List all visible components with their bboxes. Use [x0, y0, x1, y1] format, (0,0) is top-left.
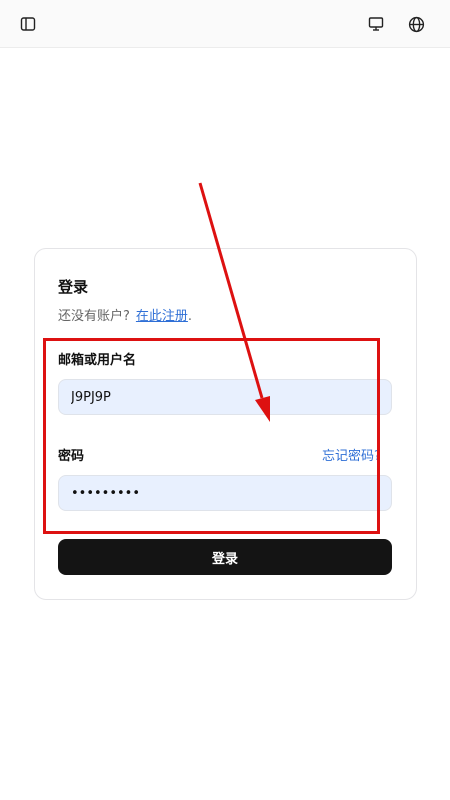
- register-link[interactable]: 在此注册: [136, 309, 188, 324]
- no-account-text: 还没有账户?: [58, 309, 130, 324]
- top-bar: [0, 0, 450, 48]
- password-input[interactable]: [58, 475, 392, 511]
- forgot-password-link[interactable]: 忘记密码?: [322, 445, 381, 464]
- sidebar-toggle-icon[interactable]: [16, 12, 40, 36]
- register-prompt: 还没有账户? 在此注册.: [58, 305, 192, 324]
- username-input[interactable]: [58, 379, 392, 415]
- login-button[interactable]: 登录: [58, 539, 392, 575]
- globe-icon[interactable]: [404, 12, 428, 36]
- username-label: 邮箱或用户名: [58, 353, 137, 368]
- login-title: 登录: [58, 278, 89, 296]
- monitor-icon[interactable]: [364, 12, 388, 36]
- register-suffix: .: [187, 309, 193, 324]
- password-label: 密码: [58, 449, 85, 464]
